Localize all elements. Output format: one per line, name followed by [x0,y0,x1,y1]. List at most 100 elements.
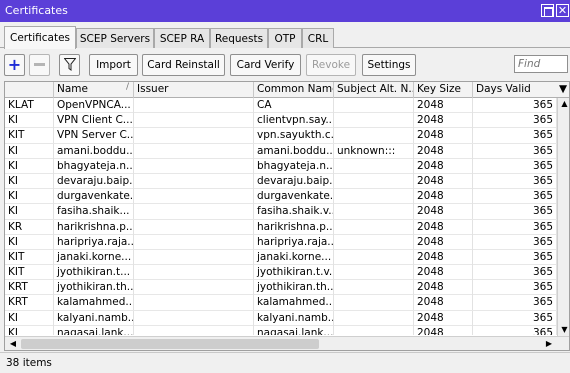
cell-name: durgavenkate... [54,189,134,205]
cell-key-size: 2048 [414,158,473,174]
cell-subject-alt-name [334,249,414,265]
column-flags[interactable] [5,82,54,98]
scroll-up-icon[interactable]: ▲ [558,98,569,110]
find-input[interactable] [514,55,568,73]
cell-days-valid: 365 [473,98,557,113]
scroll-left-icon[interactable]: ◀ [7,338,19,350]
column-name[interactable]: Name / [54,82,134,98]
cell-issuer [134,98,254,113]
cell-flags: KI [5,310,54,326]
tab-requests[interactable]: Requests [210,28,268,48]
table-header: Name / Issuer Common Name Subject Alt. N… [5,82,569,98]
column-issuer[interactable]: Issuer [134,82,254,98]
tab-scep-servers[interactable]: SCEP Servers [76,28,154,48]
table-row[interactable]: KIT VPN Server C... vpn.sayukth.c... 2048 36… [5,128,557,144]
vertical-scrollbar[interactable]: ▲ ▼ [557,98,569,336]
cell-name: harikrishna.p... [54,219,134,235]
cell-key-size: 2048 [414,128,473,144]
table-row[interactable]: KIT janaki.korne... janaki.korne... 2048 365 [5,249,557,266]
cell-key-size: 2048 [414,189,473,205]
settings-button[interactable]: Settings [362,54,416,76]
table-row[interactable]: KR harikrishna.p... harikrishna.p... 2048 36… [5,219,557,235]
import-button[interactable]: Import [89,54,138,76]
table-row[interactable]: KI nagasai.lank... nagasai.lank... 2048 365 [5,325,557,335]
table-row[interactable]: KRT kalamahmed... kalamahmed... 2048 365 [5,295,557,311]
horizontal-scroll-thumb[interactable] [21,339,319,349]
cell-days-valid: 365 [473,128,557,144]
table-row[interactable]: KI bhagyateja.n... bhagyateja.n... 2048 365 [5,158,557,174]
cell-flags: KIT [5,249,54,265]
cell-name: janaki.korne... [54,249,134,265]
cell-flags: KIT [5,128,54,144]
tab-otp[interactable]: OTP [268,28,302,48]
cell-subject-alt-name [334,128,414,144]
table-row[interactable]: KI fasiha.shaik... fasiha.shaik.v... 2048 36… [5,204,557,220]
column-subject-alt-name[interactable]: Subject Alt. N... [334,82,414,98]
table-row[interactable]: KI devaraju.baip... devaraju.baip... 2048 36… [5,173,557,190]
cell-common-name: vpn.sayukth.c... [254,128,334,144]
cell-name: haripriya.raja... [54,234,134,250]
cell-key-size: 2048 [414,234,473,250]
status-bar: 38 items [0,352,570,373]
table-row[interactable]: KI kalyani.namb... kalyani.namb... 2048 365 [5,310,557,326]
table-body: KLAT OpenVPNCA... CA 2048 365 KI VPN Client C.… [5,98,557,335]
toolbar: + Import Card Reinstall Card Verify Revo… [0,52,570,78]
scroll-down-icon[interactable]: ▼ [558,324,569,336]
cell-flags: KI [5,158,54,174]
column-common-name[interactable]: Common Name [254,82,334,98]
cell-days-valid: 365 [473,249,557,265]
cell-name: fasiha.shaik... [54,204,134,220]
column-days-valid[interactable]: Days Valid [473,82,557,98]
cell-name: kalamahmed... [54,295,134,311]
cell-flags: KI [5,143,54,159]
tab-crl[interactable]: CRL [302,28,334,48]
remove-button[interactable] [29,54,50,76]
cell-flags: KRT [5,295,54,311]
scroll-right-icon[interactable]: ▶ [543,338,555,350]
cell-days-valid: 365 [473,173,557,189]
table-row[interactable]: KI VPN Client C... clientvpn.say... 2048 365 [5,113,557,129]
cell-common-name: amani.boddu... [254,143,334,159]
cell-name: devaraju.baip... [54,173,134,189]
cell-subject-alt-name: unknown::: [334,143,414,159]
cell-subject-alt-name [334,204,414,220]
tab-certificates[interactable]: Certificates [4,26,76,49]
cell-issuer [134,158,254,174]
columns-menu-icon[interactable]: ▼ [557,82,569,98]
cell-name: VPN Client C... [54,113,134,129]
cell-flags: KI [5,234,54,250]
card-reinstall-button[interactable]: Card Reinstall [142,54,225,76]
cell-subject-alt-name [334,295,414,311]
cell-name: bhagyateja.n... [54,158,134,174]
cell-days-valid: 365 [473,189,557,205]
table-row[interactable]: KRT jyothikiran.th... jyothikiran.th... 204… [5,280,557,296]
table-row[interactable]: KI amani.boddu... amani.boddu... unknown:::… [5,143,557,159]
table-row[interactable]: KI haripriya.raja... haripriya.raja... 2048… [5,234,557,250]
window-title: Certificates [5,4,68,17]
cell-common-name: jyothikiran.t.v... [254,265,334,281]
card-verify-button[interactable]: Card Verify [230,54,301,76]
tab-scep-ra[interactable]: SCEP RA [154,28,210,48]
column-key-size[interactable]: Key Size [414,82,473,98]
add-button[interactable]: + [4,54,25,76]
cell-flags: KI [5,173,54,189]
cell-common-name: harikrishna.p... [254,219,334,235]
revoke-button[interactable]: Revoke [306,54,356,76]
cell-days-valid: 365 [473,280,557,296]
cell-key-size: 2048 [414,143,473,159]
table-row[interactable]: KI durgavenkate... durgavenkate... 2048 365 [5,189,557,205]
cell-common-name: devaraju.baip... [254,173,334,189]
close-icon[interactable]: ✕ [556,4,569,17]
cell-flags: KIT [5,265,54,281]
cell-subject-alt-name [334,189,414,205]
filter-button[interactable] [59,54,80,76]
maximize-icon[interactable] [541,4,554,17]
cell-common-name: kalyani.namb... [254,310,334,326]
plus-icon: + [7,55,22,74]
table-row[interactable]: KIT jyothikiran.t... jyothikiran.t.v... 204… [5,265,557,281]
cell-flags: KRT [5,280,54,296]
cell-name: amani.boddu... [54,143,134,159]
table-row[interactable]: KLAT OpenVPNCA... CA 2048 365 [5,98,557,114]
cell-key-size: 2048 [414,280,473,296]
horizontal-scrollbar[interactable]: ◀ ▶ [5,336,569,350]
